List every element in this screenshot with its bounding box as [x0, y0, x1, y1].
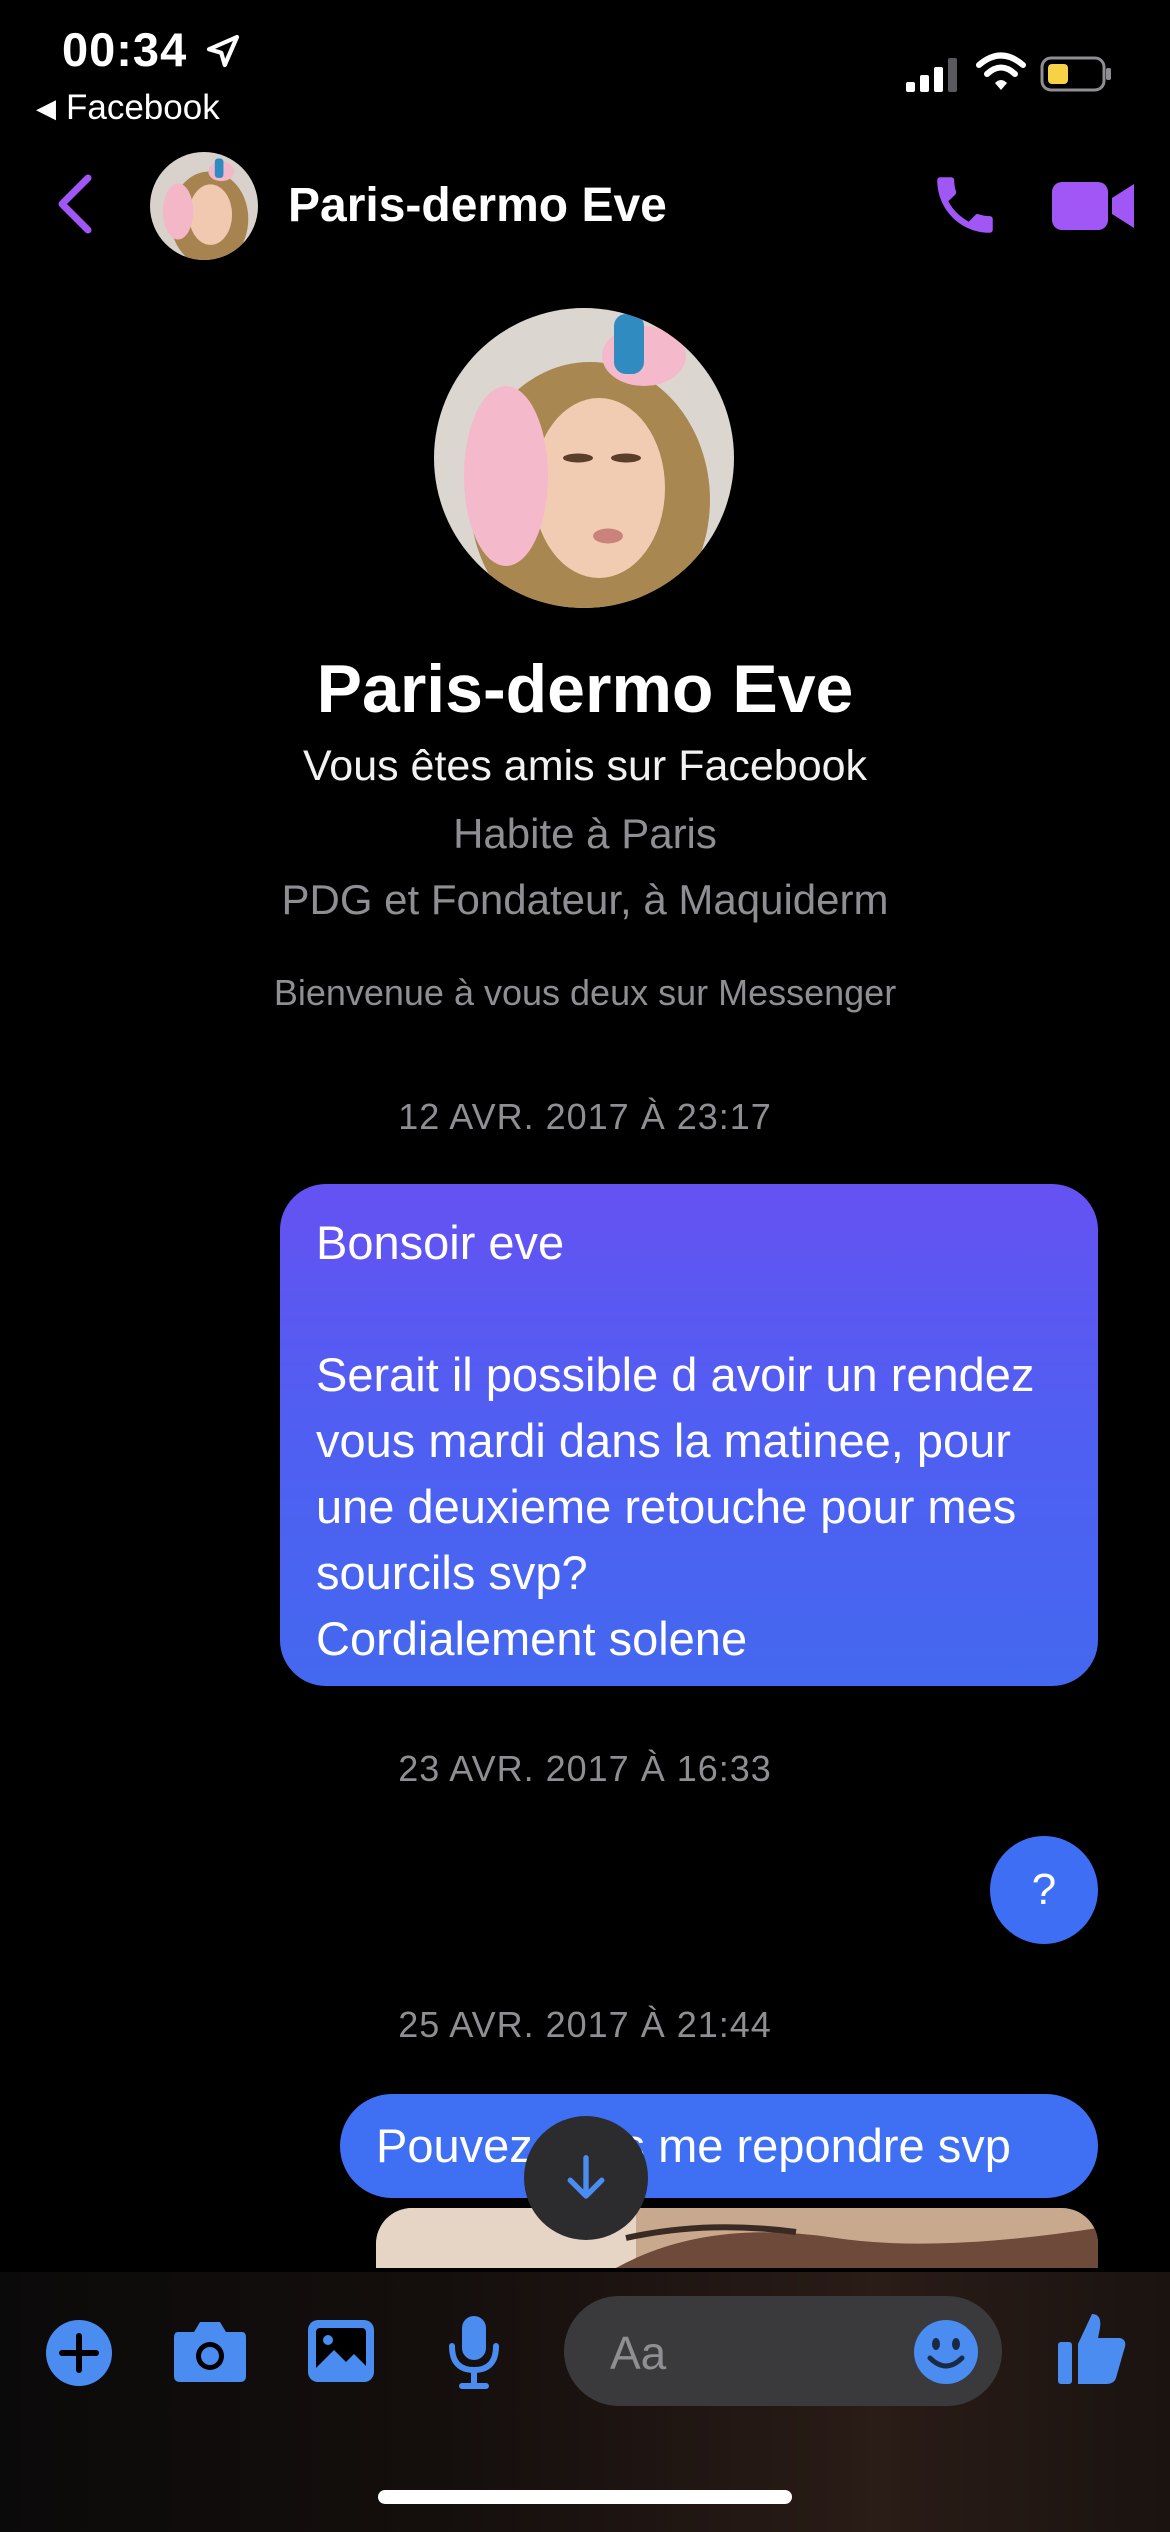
- emoji-icon[interactable]: [912, 2318, 980, 2386]
- profile-work: PDG et Fondateur, à Maquiderm: [281, 876, 889, 923]
- welcome-text: Bienvenue à vous deux sur Messenger: [273, 972, 897, 1013]
- microphone-icon[interactable]: [446, 2314, 502, 2390]
- back-triangle-icon: ◀: [36, 92, 56, 123]
- message-bubble-sent[interactable]: ?: [990, 1836, 1098, 1944]
- back-app-label: Facebook: [66, 88, 220, 127]
- timestamp: 23 AVR. 2017 À 16:33: [398, 1748, 772, 1789]
- signal-icon: [906, 58, 957, 92]
- status-time: 00:34: [62, 23, 188, 76]
- friendship-status: Vous êtes amis sur Facebook: [302, 742, 868, 790]
- message-bubble-sent[interactable]: Pouvez vous me repondre svp: [340, 2094, 1098, 2198]
- message-input-placeholder: Aa: [610, 2327, 667, 2379]
- profile-location: Habite à Paris: [453, 810, 717, 857]
- message-text: Pouvez vous me repondre svp: [376, 2119, 1011, 2172]
- wifi-icon: [976, 52, 1026, 90]
- messenger-screen: 00:34 ◀ Facebook Paris-dermo Eve Paris-d…: [0, 0, 1170, 2532]
- back-chevron-icon[interactable]: [52, 172, 96, 236]
- location-arrow-icon: [206, 34, 240, 68]
- photo-thumbnail: [376, 2208, 1098, 2268]
- back-to-app-link[interactable]: ◀ Facebook: [36, 88, 220, 128]
- message-bubble-sent[interactable]: Bonsoir eve Serait il possible d avoir u…: [280, 1184, 1098, 1686]
- photo-message[interactable]: [376, 2208, 1098, 2268]
- camera-icon[interactable]: [172, 2318, 248, 2384]
- video-camera-icon[interactable]: [1052, 178, 1136, 234]
- home-indicator[interactable]: [378, 2490, 792, 2504]
- message-text: Bonsoir eve Serait il possible d avoir u…: [316, 1216, 1035, 1665]
- profile-portrait: [434, 308, 734, 608]
- contact-avatar[interactable]: [150, 152, 258, 260]
- timestamp: 25 AVR. 2017 À 21:44: [398, 2004, 772, 2045]
- gallery-icon[interactable]: [306, 2318, 376, 2384]
- avatar-portrait: [150, 152, 258, 260]
- contact-name[interactable]: Paris-dermo Eve: [288, 178, 667, 233]
- profile-photo[interactable]: [434, 308, 734, 608]
- plus-icon[interactable]: [44, 2318, 114, 2388]
- scroll-to-bottom-button[interactable]: [524, 2116, 648, 2240]
- timestamp: 12 AVR. 2017 À 23:17: [398, 1096, 772, 1137]
- battery-icon: [1040, 56, 1111, 92]
- phone-icon[interactable]: [928, 168, 1002, 242]
- thumbs-up-icon[interactable]: [1056, 2310, 1128, 2386]
- profile-name: Paris-dermo Eve: [316, 651, 854, 727]
- arrow-down-icon: [567, 2155, 605, 2199]
- message-text: ?: [1031, 1865, 1057, 1914]
